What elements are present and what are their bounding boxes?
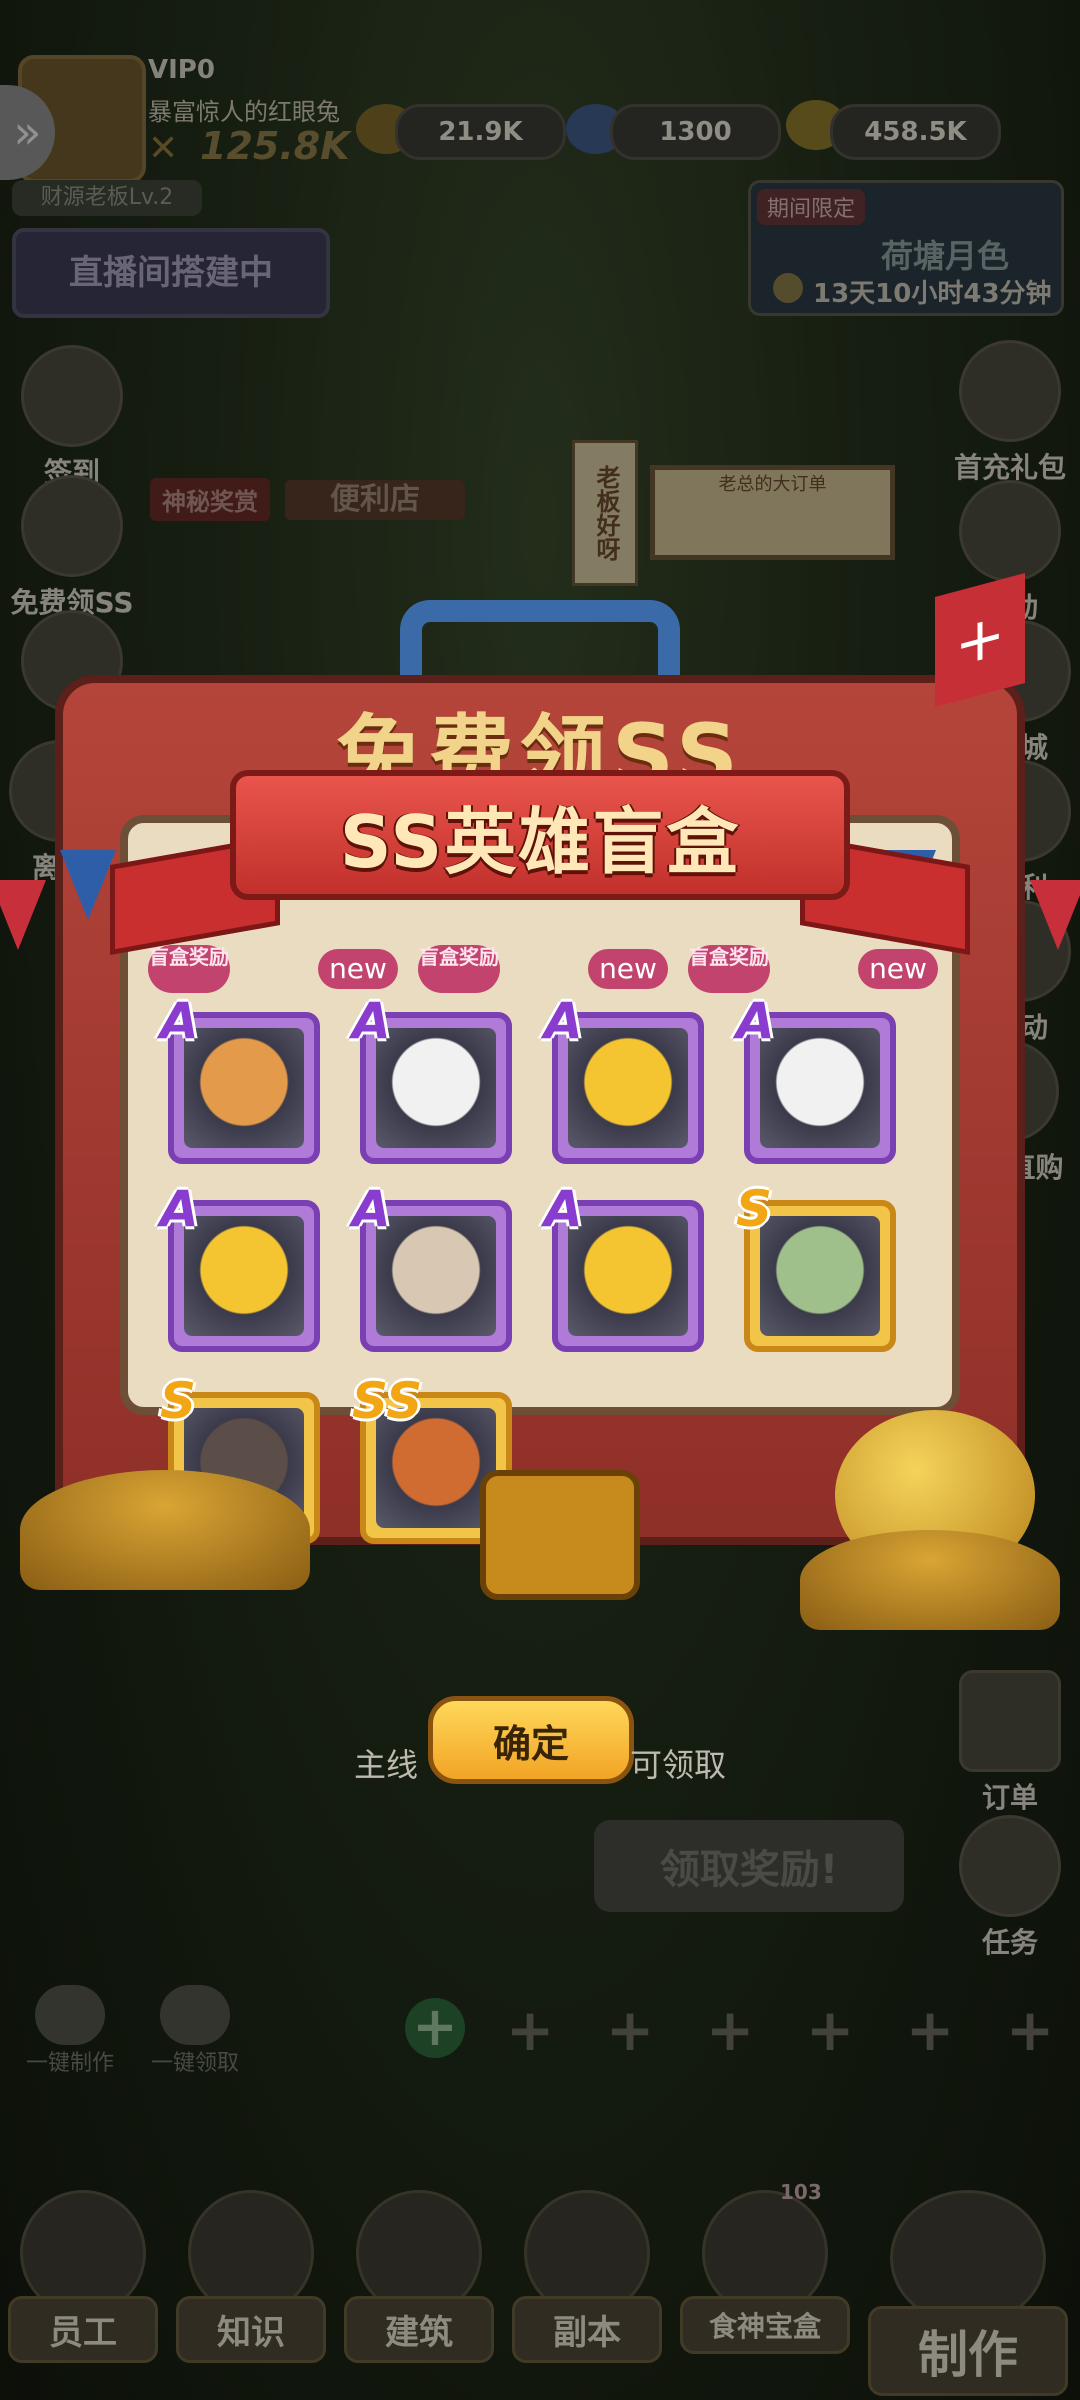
hero-rank-badge: A: [352, 1180, 391, 1238]
white-duck-cap-portrait: [760, 1028, 880, 1148]
hero-card[interactable]: A: [736, 992, 896, 1164]
coin-pile-right: [800, 1530, 1060, 1630]
hero-card[interactable]: A: [352, 992, 512, 1164]
hero-card[interactable]: A: [352, 1180, 512, 1352]
reward-tab: 盲盒奖励 new: [418, 945, 668, 993]
hero-card[interactable]: A: [160, 992, 320, 1164]
chest-lock: [480, 1470, 640, 1600]
reward-tab: 盲盒奖励 new: [688, 945, 938, 993]
reward-tab-label: 盲盒奖励: [688, 945, 770, 993]
hero-card[interactable]: S: [736, 1180, 896, 1352]
new-badge: new: [588, 949, 668, 989]
duck-boy-portrait: [184, 1216, 304, 1336]
duck-boy-portrait: [568, 1028, 688, 1148]
popup-title: SS英雄盲盒: [339, 799, 741, 884]
hero-rank-badge: S: [160, 1372, 197, 1430]
hero-card[interactable]: A: [544, 1180, 704, 1352]
reward-tab-label: 盲盒奖励: [148, 945, 230, 993]
hero-rank-badge: A: [352, 992, 391, 1050]
hero-rank-badge: A: [544, 992, 583, 1050]
pennant-flag: [0, 880, 46, 950]
hero-rank-badge: A: [736, 992, 775, 1050]
hint-right: 可领取: [630, 1746, 727, 1784]
hero-rank-badge: S: [736, 1180, 773, 1238]
reward-tab-label: 盲盒奖励: [418, 945, 500, 993]
duck-boy-portrait: [568, 1216, 688, 1336]
coin-pile-left: [20, 1470, 310, 1590]
confirm-label: 确定: [492, 1721, 569, 1766]
popup-title-ribbon: SS英雄盲盒: [230, 770, 850, 900]
new-badge: new: [318, 949, 398, 989]
hero-rank-badge: A: [544, 1180, 583, 1238]
confirm-button[interactable]: 确定: [428, 1696, 634, 1784]
hero-card[interactable]: A: [544, 992, 704, 1164]
white-duck-cap-portrait: [376, 1028, 496, 1148]
new-badge: new: [858, 949, 938, 989]
pennant-flag: [1030, 880, 1080, 950]
shiba-dog-portrait: [184, 1028, 304, 1148]
reward-tab: 盲盒奖励 new: [148, 945, 398, 993]
green-fish-portrait: [760, 1216, 880, 1336]
hint-left: 主线: [354, 1746, 419, 1784]
hero-rank-badge: SS: [352, 1372, 423, 1430]
hero-rank-badge: A: [160, 1180, 199, 1238]
hero-card[interactable]: A: [160, 1180, 320, 1352]
maid-cat-portrait: [376, 1216, 496, 1336]
hero-rank-badge: A: [160, 992, 199, 1050]
pennant-flag: [60, 850, 116, 920]
